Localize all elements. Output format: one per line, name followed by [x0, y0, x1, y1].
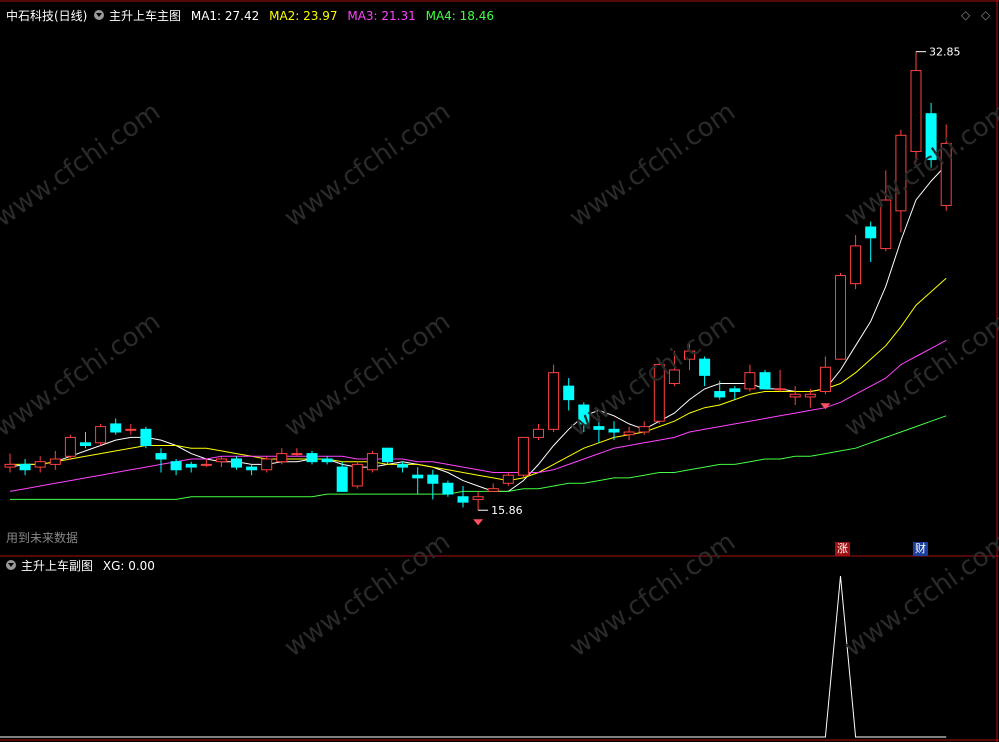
candle-body-up — [910, 70, 922, 152]
candle-body-down — [246, 466, 258, 471]
candle-body-up — [276, 453, 288, 463]
high-price-label: 32.85 — [929, 46, 961, 59]
candle-body-up — [487, 488, 499, 492]
candle-body-down — [19, 463, 31, 471]
candle-body-up — [638, 426, 650, 433]
candle-body-up — [789, 393, 801, 398]
candle-body-up — [200, 463, 212, 466]
candle-body-up — [95, 426, 107, 444]
candle-body-up — [623, 431, 635, 436]
candle-body-up — [819, 366, 831, 393]
cai-tag[interactable]: 财 — [913, 542, 928, 556]
stock-title: 中石科技(日线) — [6, 9, 88, 23]
candle-body-down — [306, 453, 318, 463]
candle-body-up — [351, 463, 363, 487]
candle-body-down — [865, 226, 877, 239]
ma3-label: MA3: 21.31 — [347, 9, 416, 23]
candle-body-up — [64, 436, 76, 457]
ma1-label: MA1: 27.42 — [190, 9, 260, 23]
candle-body-up — [548, 372, 560, 430]
candle-body-down — [457, 496, 469, 503]
candle-body-down — [185, 463, 197, 468]
candle-body-up — [517, 436, 529, 476]
main-header: 中石科技(日线) — [6, 7, 87, 24]
candle-body-up — [4, 463, 16, 468]
candle-body-down — [699, 358, 711, 376]
candle-body-down — [336, 466, 348, 492]
candle-body-up — [774, 388, 786, 391]
candle-body-down — [170, 461, 182, 471]
candle-body-down — [729, 388, 741, 393]
candle-body-down — [714, 391, 726, 398]
xg-line — [0, 575, 947, 738]
settings-diamond-icon[interactable]: ◇ — [961, 8, 970, 22]
candle-body-down — [231, 458, 242, 468]
candle-body-down — [155, 453, 167, 460]
zhang-tag[interactable]: 涨 — [835, 542, 850, 556]
candle-body-up — [804, 393, 816, 398]
candle-body-down — [442, 482, 454, 495]
candle-body-down — [110, 423, 122, 433]
candle-body-up — [472, 496, 484, 500]
xg-label: XG: 0.00 — [102, 559, 155, 573]
future-data-label: 用到未来数据 — [6, 531, 79, 545]
candle-body-up — [744, 372, 756, 390]
candle-body-up — [261, 458, 273, 471]
ma2-label: MA2: 23.97 — [269, 9, 338, 23]
candle-body-up — [366, 453, 378, 471]
candle-body-down — [80, 442, 91, 446]
indicator-name[interactable]: 主升上车主图 — [109, 9, 181, 23]
indicator-menu-icon[interactable] — [94, 10, 104, 20]
candle-body-up — [533, 428, 544, 438]
ma4-label: MA4: 18.46 — [425, 9, 495, 23]
sub-indicator-menu-icon[interactable] — [6, 560, 16, 570]
candle-body-up — [34, 461, 46, 468]
candle-body-down — [759, 372, 771, 390]
candle-body-down — [321, 458, 333, 463]
candle-body-down — [412, 474, 424, 479]
candle-body-down — [427, 474, 439, 484]
sub-header: 主升上车副图 XG: 0.00 — [21, 557, 155, 574]
low-price-label: 15.86 — [491, 504, 522, 517]
candle-body-up — [125, 428, 137, 431]
candle-body-down — [140, 428, 152, 446]
candle-body-down — [608, 428, 620, 433]
candle-body-down — [397, 463, 409, 468]
signal-diamond-icon — [473, 519, 484, 526]
sub-indicator-name[interactable]: 主升上车副图 — [21, 559, 93, 573]
ma-line-ma4 — [10, 415, 947, 500]
candle-body-up — [291, 453, 303, 456]
indicator-header: 主升上车主图 MA1: 27.42 MA2: 23.97 MA3: 21.31 … — [109, 7, 494, 24]
candle-body-up — [49, 458, 61, 465]
candle-body-down — [382, 447, 393, 463]
candle-body-down — [563, 385, 575, 401]
expand-diamond-icon[interactable]: ◇ — [981, 8, 990, 22]
candle-body-up — [215, 458, 227, 463]
candle-body-up — [502, 474, 514, 484]
candle-body-up — [835, 275, 846, 360]
ma-line-ma3 — [9, 339, 947, 492]
candle-body-up — [850, 245, 862, 285]
